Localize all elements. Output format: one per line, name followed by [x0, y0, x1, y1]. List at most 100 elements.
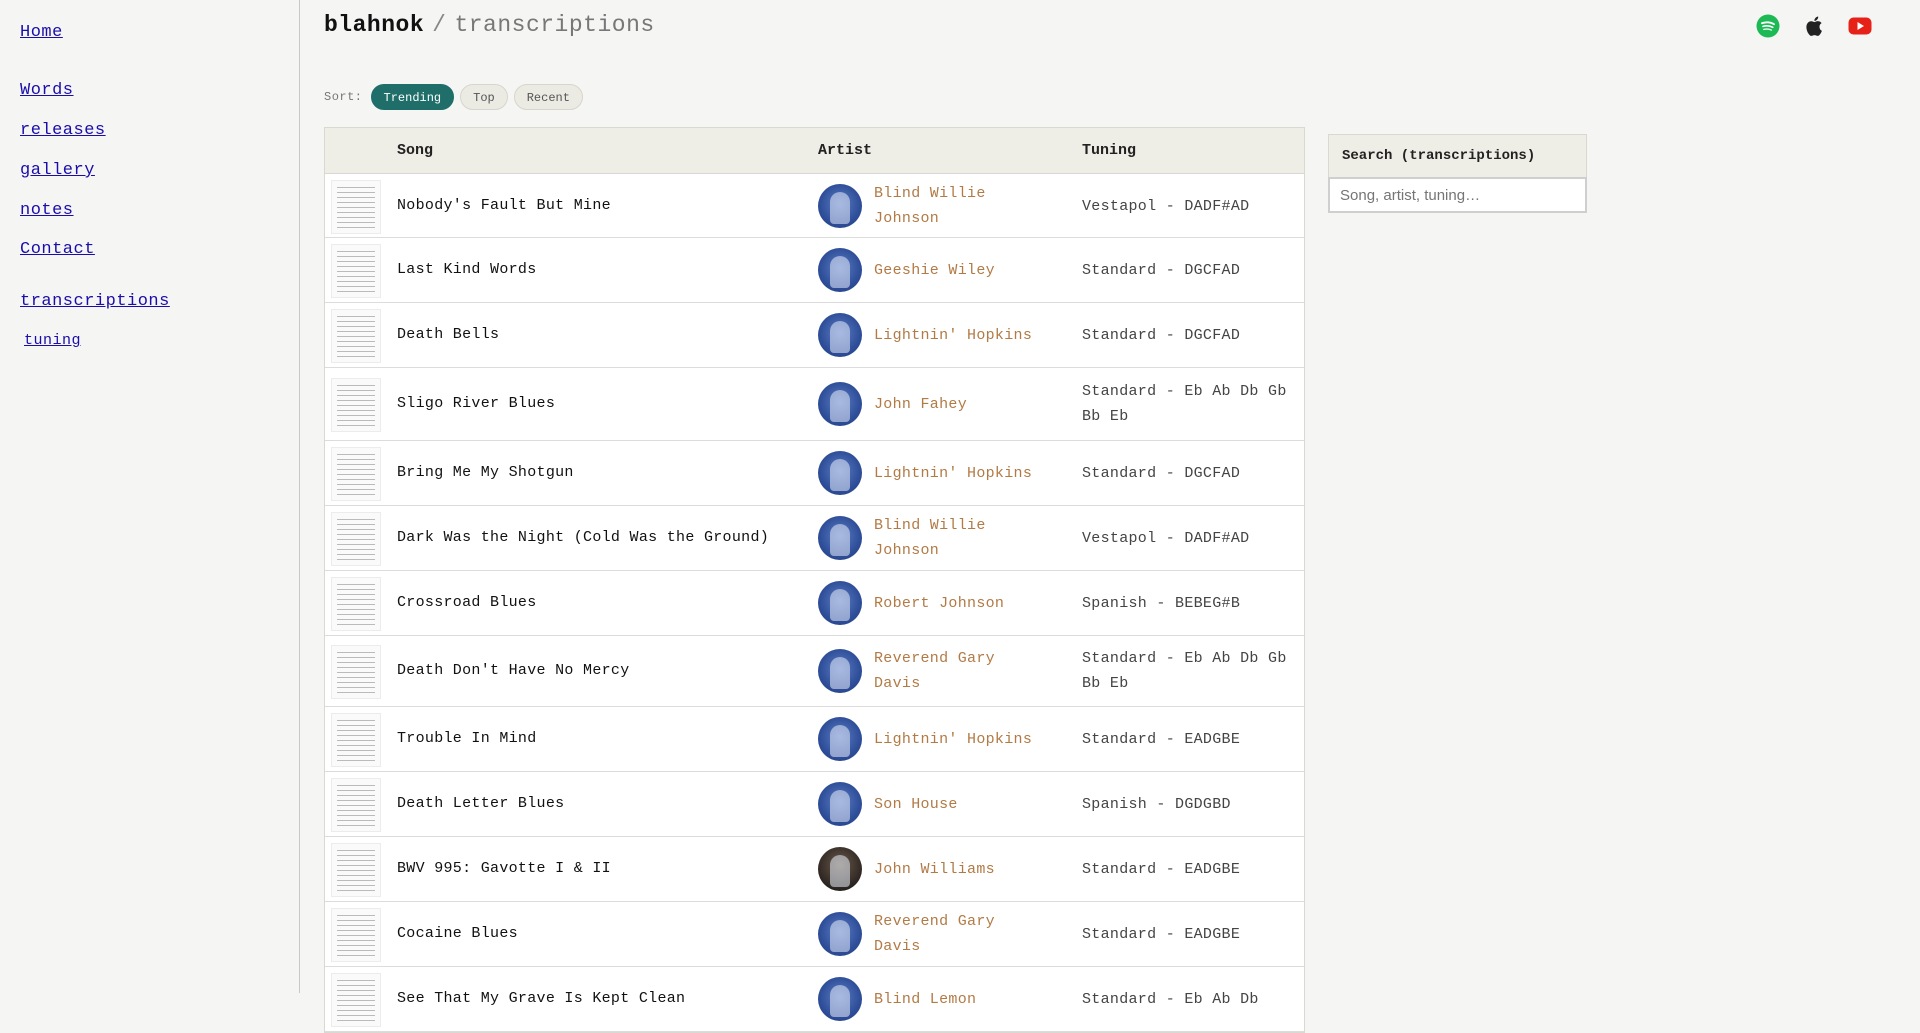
sheet-music-thumbnail[interactable]	[331, 713, 381, 767]
artist-link[interactable]: Geeshie Wiley	[874, 258, 1039, 283]
tuning-value: Standard - DGCFAD	[1082, 327, 1241, 344]
table-body: Nobody's Fault But Mine Blind Willie John…	[325, 174, 1304, 1032]
sheet-music-thumbnail[interactable]	[331, 908, 381, 962]
column-header-tuning[interactable]: Tuning	[1082, 142, 1136, 159]
artist-avatar[interactable]	[818, 581, 862, 625]
section-name: transcriptions	[454, 12, 655, 38]
table-row[interactable]: Crossroad Blues Robert Johnson Spanish - B…	[325, 571, 1304, 636]
song-title[interactable]: Cocaine Blues	[397, 925, 518, 942]
tuning-value: Standard - Eb Ab Db Gb Bb Eb	[1082, 650, 1287, 692]
artist-avatar[interactable]	[818, 717, 862, 761]
table-row[interactable]: Death Don't Have No Mercy Reverend Gary D…	[325, 636, 1304, 707]
nav-words[interactable]: Words	[20, 81, 74, 100]
song-title[interactable]: BWV 995: Gavotte I & II	[397, 860, 611, 877]
spotify-icon[interactable]	[1756, 14, 1780, 38]
artist-avatar[interactable]	[818, 977, 862, 1021]
sheet-music-thumbnail[interactable]	[331, 973, 381, 1027]
artist-avatar[interactable]	[818, 382, 862, 426]
artist-avatar[interactable]	[818, 184, 862, 228]
title-separator: /	[432, 12, 447, 38]
artist-avatar[interactable]	[818, 847, 862, 891]
sidebar: Home Words releases gallery notes Contac…	[0, 0, 300, 993]
artist-link[interactable]: Lightnin' Hopkins	[874, 727, 1039, 752]
column-header-song[interactable]: Song	[397, 142, 433, 159]
tuning-value: Vestapol - DADF#AD	[1082, 530, 1250, 547]
table-row[interactable]: Sligo River Blues John Fahey Standard - Eb…	[325, 368, 1304, 441]
sheet-music-thumbnail[interactable]	[331, 645, 381, 699]
table-row[interactable]: Trouble In Mind Lightnin' Hopkins Standard…	[325, 707, 1304, 772]
table-row[interactable]: Cocaine Blues Reverend Gary Davis Standard…	[325, 902, 1304, 967]
sheet-music-thumbnail[interactable]	[331, 778, 381, 832]
nav-home[interactable]: Home	[20, 23, 63, 42]
song-title[interactable]: Death Letter Blues	[397, 795, 564, 812]
artist-link[interactable]: Son House	[874, 792, 1039, 817]
artist-link[interactable]: Blind Lemon	[874, 987, 1039, 1012]
nav-tuning[interactable]: tuning	[24, 332, 81, 349]
search-input[interactable]	[1328, 177, 1587, 213]
table-row[interactable]: Death Letter Blues Son House Spanish - DGD…	[325, 772, 1304, 837]
table-row[interactable]: Last Kind Words Geeshie Wiley Standard - D…	[325, 238, 1304, 303]
sheet-music-thumbnail[interactable]	[331, 447, 381, 501]
sort-trending-button[interactable]: Trending	[370, 84, 455, 110]
sheet-music-thumbnail[interactable]	[331, 244, 381, 298]
artist-link[interactable]: John Fahey	[874, 392, 1039, 417]
youtube-icon[interactable]	[1848, 14, 1872, 38]
song-title[interactable]: Dark Was the Night (Cold Was the Ground)	[397, 529, 769, 546]
artist-link[interactable]: Robert Johnson	[874, 591, 1039, 616]
song-title[interactable]: Sligo River Blues	[397, 395, 555, 412]
column-header-artist[interactable]: Artist	[818, 142, 872, 159]
artist-link[interactable]: Lightnin' Hopkins	[874, 461, 1039, 486]
artist-link[interactable]: Reverend Gary Davis	[874, 909, 1039, 959]
sheet-music-thumbnail[interactable]	[331, 309, 381, 363]
tuning-value: Standard - Eb Ab Db	[1082, 991, 1259, 1008]
song-title[interactable]: Death Don't Have No Mercy	[397, 662, 630, 679]
tuning-value: Standard - EADGBE	[1082, 926, 1241, 943]
song-title[interactable]: Crossroad Blues	[397, 594, 537, 611]
sheet-music-thumbnail[interactable]	[331, 577, 381, 631]
sheet-music-thumbnail[interactable]	[331, 512, 381, 566]
table-row[interactable]: See That My Grave Is Kept Clean Blind Lem…	[325, 967, 1304, 1032]
sheet-music-thumbnail[interactable]	[331, 180, 381, 234]
table-header: Song Artist Tuning	[325, 128, 1304, 174]
search-title: Search (transcriptions)	[1328, 134, 1587, 177]
artist-link[interactable]: Lightnin' Hopkins	[874, 323, 1039, 348]
artist-avatar[interactable]	[818, 516, 862, 560]
artist-avatar[interactable]	[818, 248, 862, 292]
nav-notes[interactable]: notes	[20, 201, 74, 220]
apple-icon[interactable]	[1804, 14, 1826, 38]
table-row[interactable]: BWV 995: Gavotte I & II John Williams Stan…	[325, 837, 1304, 902]
artist-link[interactable]: Reverend Gary Davis	[874, 646, 1039, 696]
song-title[interactable]: Last Kind Words	[397, 261, 537, 278]
nav-contact[interactable]: Contact	[20, 240, 95, 259]
artist-link[interactable]: Blind Willie Johnson	[874, 181, 1039, 231]
artist-avatar[interactable]	[818, 782, 862, 826]
artist-avatar[interactable]	[818, 912, 862, 956]
sort-top-button[interactable]: Top	[460, 84, 508, 110]
nav-gallery[interactable]: gallery	[20, 161, 95, 180]
artist-link[interactable]: Blind Willie Johnson	[874, 513, 1039, 563]
table-row[interactable]: Nobody's Fault But Mine Blind Willie John…	[325, 174, 1304, 238]
table-row[interactable]: Death Bells Lightnin' Hopkins Standard - D…	[325, 303, 1304, 368]
table-row[interactable]: Dark Was the Night (Cold Was the Ground)…	[325, 506, 1304, 571]
song-title[interactable]: Death Bells	[397, 326, 499, 343]
tuning-value: Standard - EADGBE	[1082, 731, 1241, 748]
song-title[interactable]: Bring Me My Shotgun	[397, 464, 574, 481]
artist-avatar[interactable]	[818, 313, 862, 357]
transcriptions-table: Song Artist Tuning Nobody's Fault But Mi…	[324, 127, 1305, 1033]
table-row[interactable]: Bring Me My Shotgun Lightnin' Hopkins Stan…	[325, 441, 1304, 506]
sort-controls: Sort: Trending Top Recent	[324, 84, 589, 110]
nav-releases[interactable]: releases	[20, 121, 106, 140]
song-title[interactable]: Nobody's Fault But Mine	[397, 197, 611, 214]
site-name[interactable]: blahnok	[324, 12, 424, 38]
artist-avatar[interactable]	[818, 451, 862, 495]
sheet-music-thumbnail[interactable]	[331, 378, 381, 432]
tuning-value: Standard - Eb Ab Db Gb Bb Eb	[1082, 383, 1287, 425]
artist-link[interactable]: John Williams	[874, 857, 1039, 882]
artist-avatar[interactable]	[818, 649, 862, 693]
sheet-music-thumbnail[interactable]	[331, 843, 381, 897]
nav-transcriptions[interactable]: transcriptions	[20, 292, 170, 311]
sort-recent-button[interactable]: Recent	[513, 84, 583, 110]
song-title[interactable]: Trouble In Mind	[397, 730, 537, 747]
tuning-value: Standard - DGCFAD	[1082, 262, 1241, 279]
tuning-value: Vestapol - DADF#AD	[1082, 198, 1250, 215]
